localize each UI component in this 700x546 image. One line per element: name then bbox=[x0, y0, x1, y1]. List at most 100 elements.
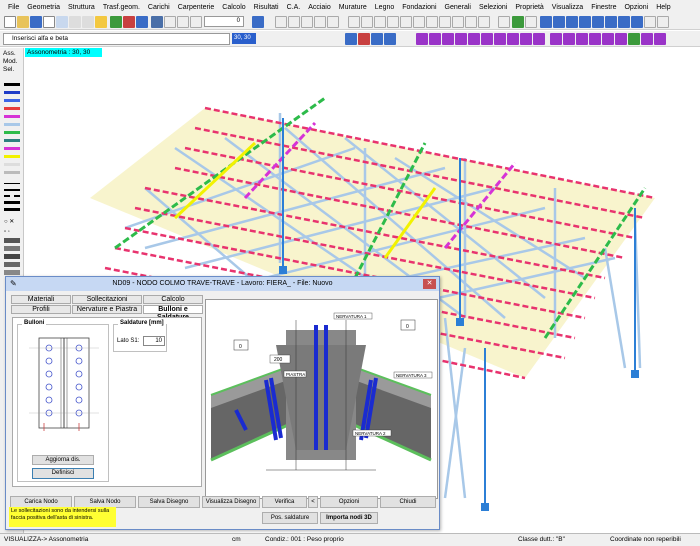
visualizza-disegno-button[interactable]: Visualizza Disegno bbox=[202, 496, 260, 508]
solid-icon[interactable] bbox=[566, 16, 578, 28]
color-swatch-red[interactable] bbox=[4, 107, 20, 110]
menu-item-opzioni[interactable]: Opzioni bbox=[620, 4, 652, 11]
render-icon[interactable] bbox=[540, 16, 552, 28]
arrow-icon[interactable] bbox=[371, 33, 383, 45]
aggiorna-button[interactable]: Aggiorna dis. bbox=[32, 455, 94, 465]
vis-2-icon[interactable] bbox=[429, 33, 441, 45]
hatch-1-icon[interactable] bbox=[4, 238, 20, 243]
color-swatch-black[interactable] bbox=[4, 83, 20, 86]
ass-label[interactable]: Ass. bbox=[0, 50, 23, 58]
edit-icon[interactable] bbox=[498, 16, 510, 28]
vis-13-icon[interactable] bbox=[576, 33, 588, 45]
grid-icon[interactable] bbox=[82, 16, 94, 28]
menu-item-acciaio[interactable]: Acciaio bbox=[304, 4, 335, 11]
zoom-icon[interactable] bbox=[69, 16, 81, 28]
verifica-button[interactable]: Verifica bbox=[262, 496, 307, 508]
open-folder-icon[interactable] bbox=[17, 16, 29, 28]
slab-icon[interactable] bbox=[465, 16, 477, 28]
definisci-button[interactable]: Definisci bbox=[32, 468, 94, 479]
angle-icon[interactable] bbox=[452, 16, 464, 28]
new-file-icon[interactable] bbox=[4, 16, 16, 28]
vis-11-icon[interactable] bbox=[550, 33, 562, 45]
section-icon[interactable] bbox=[579, 16, 591, 28]
vis-1-icon[interactable] bbox=[416, 33, 428, 45]
z-axis-icon[interactable] bbox=[301, 16, 313, 28]
frame-icon[interactable] bbox=[413, 16, 425, 28]
vis-3-icon[interactable] bbox=[442, 33, 454, 45]
menu-item-propriet[interactable]: Proprietà bbox=[511, 4, 547, 11]
salva-disegno-button[interactable]: Salva Disegno bbox=[138, 496, 200, 508]
vis-9-icon[interactable] bbox=[520, 33, 532, 45]
tab-nervature[interactable]: Nervature e Piastra bbox=[72, 305, 142, 314]
print-icon[interactable] bbox=[43, 16, 55, 28]
redo-icon[interactable] bbox=[123, 16, 135, 28]
point-icon[interactable] bbox=[384, 33, 396, 45]
pos-saldature-button[interactable]: Pos. saldature bbox=[262, 512, 318, 524]
hatch-3-icon[interactable] bbox=[4, 254, 20, 259]
vis-17-icon[interactable] bbox=[628, 33, 640, 45]
menu-item-finestre[interactable]: Finestre bbox=[587, 4, 620, 11]
brace-icon[interactable] bbox=[387, 16, 399, 28]
menu-item-struttura[interactable]: Struttura bbox=[64, 4, 99, 11]
tab-bulloni-saldature[interactable]: Bulloni e Saldature bbox=[143, 305, 203, 321]
color-swatch-pink[interactable] bbox=[4, 147, 20, 150]
line-style-thin[interactable] bbox=[4, 183, 20, 184]
color-swatch-gray[interactable] bbox=[4, 163, 20, 166]
vis-15-icon[interactable] bbox=[602, 33, 614, 45]
menu-item-legno[interactable]: Legno bbox=[371, 4, 398, 11]
marker-square-icon[interactable]: ▫ ◦ bbox=[4, 228, 20, 236]
y-axis-icon[interactable] bbox=[288, 16, 300, 28]
color-swatch-teal[interactable] bbox=[4, 139, 20, 142]
column-icon[interactable] bbox=[361, 16, 373, 28]
marker-circle-icon[interactable]: ○ ✕ bbox=[4, 218, 20, 226]
menu-item-selezioni[interactable]: Selezioni bbox=[475, 4, 511, 11]
menu-item-visualizza[interactable]: Visualizza bbox=[548, 4, 587, 11]
align-icon[interactable] bbox=[164, 16, 176, 28]
close-icon[interactable]: ✕ bbox=[423, 279, 436, 289]
line-style-bold[interactable] bbox=[4, 208, 20, 211]
vis-18-icon[interactable] bbox=[641, 33, 653, 45]
color-swatch-blue[interactable] bbox=[4, 99, 20, 102]
wireframe-icon[interactable] bbox=[553, 16, 565, 28]
mod-label[interactable]: Mod. bbox=[0, 58, 23, 66]
back-button[interactable]: < bbox=[308, 496, 318, 508]
check-icon[interactable] bbox=[512, 16, 524, 28]
menu-item-file[interactable]: File bbox=[4, 4, 23, 11]
color-swatch-silver[interactable] bbox=[4, 171, 20, 174]
dim-icon[interactable] bbox=[345, 33, 357, 45]
vis-8-icon[interactable] bbox=[507, 33, 519, 45]
importa-nodi-button[interactable]: Importa nodi 3D bbox=[320, 512, 378, 524]
vis-7-icon[interactable] bbox=[494, 33, 506, 45]
line-style-dashed[interactable] bbox=[4, 195, 20, 197]
vis-6-icon[interactable] bbox=[481, 33, 493, 45]
color-swatch-yellow[interactable] bbox=[4, 155, 20, 158]
tab-sollecitazioni[interactable]: Sollecitazioni bbox=[72, 295, 142, 304]
vis-5-icon[interactable] bbox=[468, 33, 480, 45]
menu-item-generali[interactable]: Generali bbox=[441, 4, 475, 11]
pan-icon[interactable] bbox=[605, 16, 617, 28]
chiudi-button[interactable]: Chiudi bbox=[380, 496, 436, 508]
measure-icon[interactable] bbox=[190, 16, 202, 28]
zoom-in-icon[interactable] bbox=[644, 16, 656, 28]
axis-icon[interactable] bbox=[177, 16, 189, 28]
menu-item-murature[interactable]: Murature bbox=[335, 4, 371, 11]
layer-icon[interactable] bbox=[151, 16, 163, 28]
vis-16-icon[interactable] bbox=[615, 33, 627, 45]
menu-item-geometria[interactable]: Geometria bbox=[23, 4, 64, 11]
line-style-medium[interactable] bbox=[4, 189, 20, 191]
menu-item-fondazioni[interactable]: Fondazioni bbox=[398, 4, 440, 11]
opzioni-button[interactable]: Opzioni bbox=[320, 496, 378, 508]
undo-icon[interactable] bbox=[110, 16, 122, 28]
wall-icon[interactable] bbox=[478, 16, 490, 28]
menu-item-help[interactable]: Help bbox=[652, 4, 674, 11]
vis-10-icon[interactable] bbox=[533, 33, 545, 45]
vis-19-icon[interactable] bbox=[654, 33, 666, 45]
load-icon[interactable] bbox=[439, 16, 451, 28]
rotate-icon[interactable] bbox=[618, 16, 630, 28]
tab-materiali[interactable]: Materiali bbox=[11, 295, 71, 304]
refresh-icon[interactable] bbox=[136, 16, 148, 28]
lato-input[interactable]: 10 bbox=[143, 336, 165, 346]
color-icon[interactable] bbox=[592, 16, 604, 28]
hatch-5-icon[interactable] bbox=[4, 270, 20, 275]
list-icon[interactable] bbox=[525, 16, 537, 28]
